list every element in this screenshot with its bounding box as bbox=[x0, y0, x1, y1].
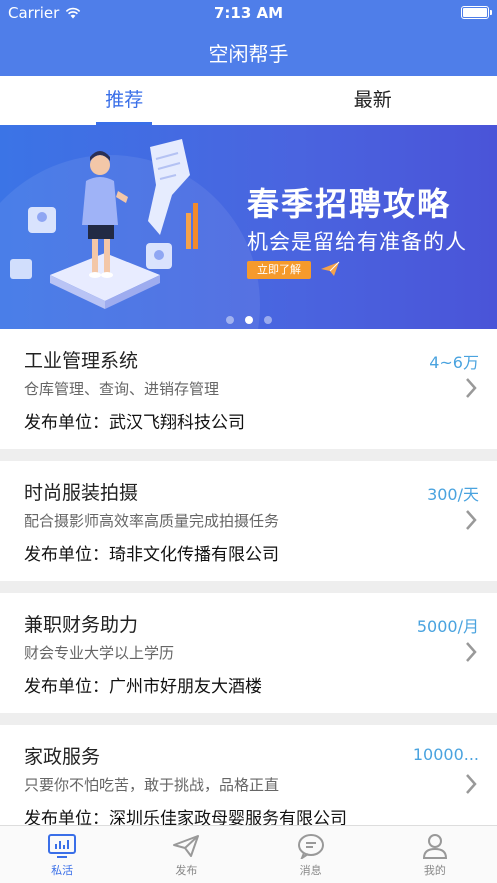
publisher-name: 武汉飞翔科技公司 bbox=[109, 413, 245, 433]
person-icon bbox=[422, 834, 447, 859]
job-title: 兼职财务助力 bbox=[24, 614, 139, 636]
paper-plane-icon bbox=[173, 835, 200, 857]
nav-label: 我的 bbox=[423, 864, 446, 877]
paper-plane-icon bbox=[321, 261, 340, 276]
job-salary: 4~6万 bbox=[429, 353, 479, 372]
job-description: 财会专业大学以上学历 bbox=[24, 644, 175, 662]
publisher-name: 琦非文化传播有限公司 bbox=[109, 545, 279, 565]
publisher-name: 广州市好朋友大酒楼 bbox=[109, 677, 262, 697]
nav-item-side-jobs[interactable]: 私活 bbox=[0, 826, 124, 883]
job-publisher: 发布单位：广州市好朋友大酒楼 bbox=[24, 672, 262, 697]
bottom-tab-bar: 私活 发布 消息 我的 bbox=[0, 825, 497, 883]
tab-latest[interactable]: 最新 bbox=[249, 76, 497, 125]
job-seeker-illustration bbox=[10, 139, 198, 309]
carousel-indicator bbox=[0, 316, 497, 324]
publisher-prefix: 发布单位： bbox=[24, 545, 109, 565]
nav-label: 私活 bbox=[51, 864, 74, 877]
chevron-right-icon[interactable] bbox=[465, 377, 477, 399]
job-publisher: 发布单位：武汉飞翔科技公司 bbox=[24, 408, 245, 433]
job-salary: 10000... bbox=[412, 745, 479, 764]
tab-recommended[interactable]: 推荐 bbox=[0, 76, 249, 125]
learn-more-button[interactable]: 立即了解 bbox=[247, 261, 311, 279]
chevron-right-icon[interactable] bbox=[465, 509, 477, 531]
nav-label: 发布 bbox=[175, 864, 198, 877]
banner-headline: 春季招聘攻略 bbox=[247, 185, 452, 223]
nav-item-publish[interactable]: 发布 bbox=[124, 826, 248, 883]
status-time: 7:13 AM bbox=[213, 4, 284, 22]
chart-board-icon bbox=[48, 834, 77, 858]
app-header: Carrier 7:13 AM 空闲帮手 bbox=[0, 0, 497, 76]
carousel-dot[interactable] bbox=[225, 316, 234, 324]
page-title: 空闲帮手 bbox=[208, 42, 289, 66]
job-title: 工业管理系统 bbox=[24, 350, 139, 372]
carousel-dot-active[interactable] bbox=[244, 316, 253, 324]
job-publisher: 发布单位：琦非文化传播有限公司 bbox=[24, 540, 279, 565]
job-description: 仓库管理、查询、进销存管理 bbox=[24, 380, 220, 398]
tab-bar: 推荐 最新 bbox=[0, 76, 497, 125]
job-title: 家政服务 bbox=[24, 746, 101, 768]
battery-icon bbox=[461, 6, 492, 19]
banner-carousel[interactable]: 春季招聘攻略 机会是留给有准备的人 立即了解 bbox=[0, 125, 497, 329]
status-bar: Carrier 7:13 AM bbox=[0, 0, 497, 26]
banner-subline: 机会是留给有准备的人 bbox=[247, 230, 467, 254]
nav-item-messages[interactable]: 消息 bbox=[249, 826, 373, 883]
job-card[interactable]: 工业管理系统 4~6万 仓库管理、查询、进销存管理 发布单位：武汉飞翔科技公司 bbox=[0, 329, 497, 449]
chevron-right-icon[interactable] bbox=[465, 641, 477, 663]
job-description: 只要你不怕吃苦，敢于挑战，品格正直 bbox=[24, 776, 280, 794]
job-description: 配合摄影师高效率高质量完成拍摄任务 bbox=[24, 512, 280, 530]
nav-label: 消息 bbox=[299, 864, 322, 877]
nav-item-profile[interactable]: 我的 bbox=[373, 826, 497, 883]
chevron-right-icon[interactable] bbox=[465, 773, 477, 795]
job-card[interactable]: 时尚服装拍摄 300/天 配合摄影师高效率高质量完成拍摄任务 发布单位：琦非文化… bbox=[0, 461, 497, 581]
publisher-prefix: 发布单位： bbox=[24, 677, 109, 697]
job-salary: 5000/月 bbox=[416, 617, 479, 636]
job-card[interactable]: 兼职财务助力 5000/月 财会专业大学以上学历 发布单位：广州市好朋友大酒楼 bbox=[0, 593, 497, 713]
chat-bubble-icon bbox=[297, 834, 324, 859]
job-title: 时尚服装拍摄 bbox=[24, 482, 139, 504]
carousel-dot[interactable] bbox=[263, 316, 272, 324]
job-salary: 300/天 bbox=[427, 485, 479, 504]
publisher-prefix: 发布单位： bbox=[24, 413, 109, 433]
